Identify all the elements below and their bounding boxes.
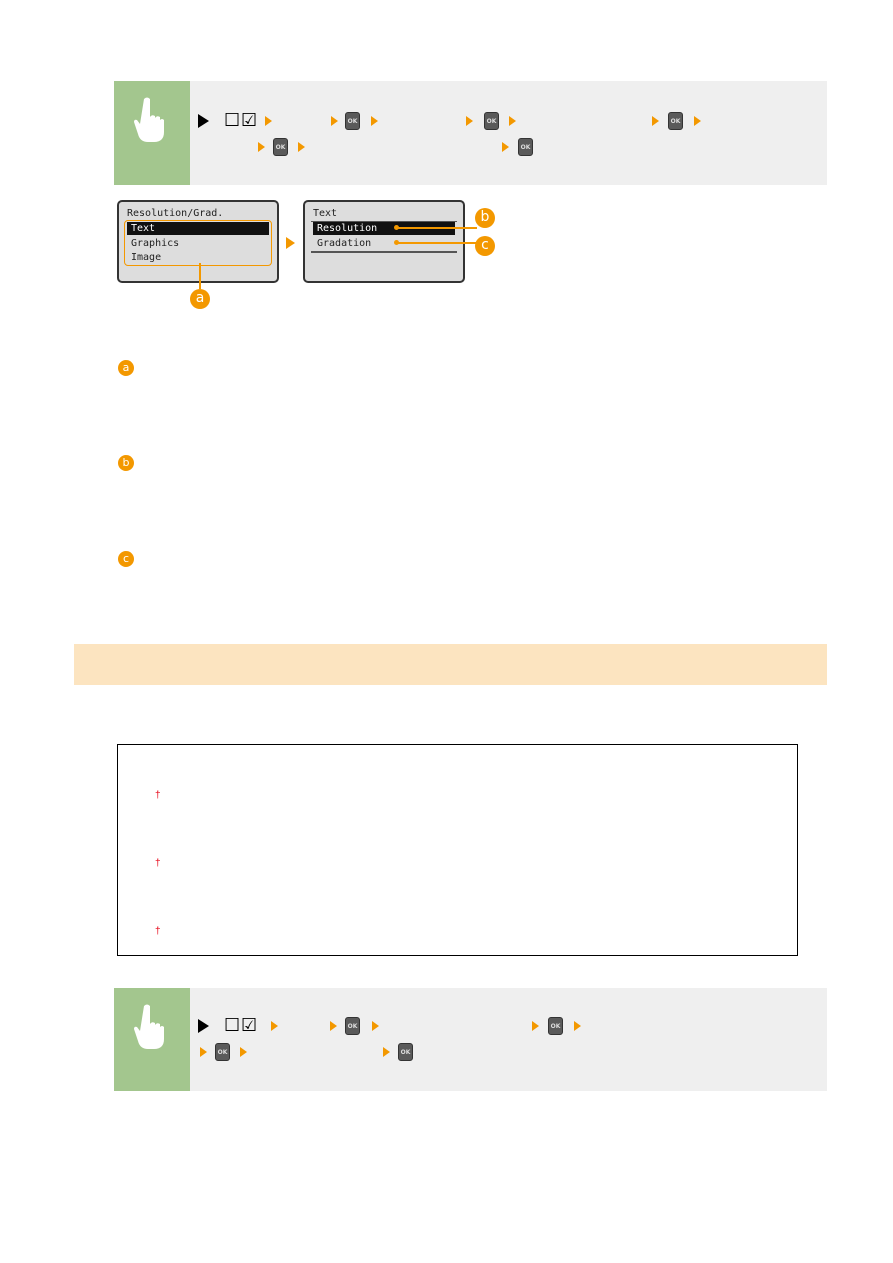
hand-pointer-icon bbox=[134, 97, 164, 142]
callout-badge-a: a bbox=[190, 289, 210, 309]
menu-key-icon: ☐ bbox=[224, 110, 241, 131]
arrow-icon bbox=[331, 116, 338, 126]
callout-line-c bbox=[397, 242, 477, 244]
procedure-sidebar bbox=[114, 988, 190, 1091]
lcd-title: Text bbox=[313, 208, 338, 219]
procedure-sidebar bbox=[114, 81, 190, 185]
procedure-panel-top: ☐ ☑ OK OK OK OK OK bbox=[114, 81, 827, 185]
play-icon bbox=[198, 114, 209, 128]
section-heading-bar bbox=[74, 644, 827, 685]
ok-key-icon: OK bbox=[484, 112, 499, 130]
arrow-icon bbox=[574, 1021, 581, 1031]
arrow-icon bbox=[240, 1047, 247, 1057]
arrow-icon bbox=[271, 1021, 278, 1031]
marker-a: a bbox=[118, 360, 134, 376]
arrow-icon bbox=[330, 1021, 337, 1031]
default-mark: † bbox=[155, 790, 161, 801]
lcd-divider bbox=[311, 251, 457, 253]
arrow-icon bbox=[200, 1047, 207, 1057]
ok-key-icon: OK bbox=[273, 138, 288, 156]
arrow-icon bbox=[652, 116, 659, 126]
hand-pointer-icon bbox=[134, 1004, 164, 1049]
ok-key-icon: OK bbox=[548, 1017, 563, 1035]
play-icon bbox=[198, 1019, 209, 1033]
callout-line-a bbox=[199, 263, 201, 289]
arrow-icon bbox=[532, 1021, 539, 1031]
arrow-icon bbox=[298, 142, 305, 152]
lcd-screen-menu: Resolution/Grad. Text Graphics Image bbox=[117, 200, 279, 283]
arrow-icon bbox=[258, 142, 265, 152]
ok-key-icon: OK bbox=[518, 138, 533, 156]
ok-key-icon: OK bbox=[345, 112, 360, 130]
ok-key-icon: OK bbox=[398, 1043, 413, 1061]
settings-box bbox=[117, 744, 798, 956]
check-key-icon: ☑ bbox=[241, 1015, 258, 1036]
default-mark: † bbox=[155, 858, 161, 869]
marker-c: c bbox=[118, 551, 134, 567]
callout-dot-c bbox=[394, 240, 399, 245]
arrow-icon bbox=[372, 1021, 379, 1031]
arrow-icon bbox=[502, 142, 509, 152]
callout-dot-b bbox=[394, 225, 399, 230]
default-mark: † bbox=[155, 926, 161, 937]
arrow-icon bbox=[265, 116, 272, 126]
arrow-icon bbox=[509, 116, 516, 126]
arrow-icon bbox=[466, 116, 473, 126]
lcd-item-resolution: Resolution bbox=[313, 222, 455, 235]
arrow-icon bbox=[694, 116, 701, 126]
ok-key-icon: OK bbox=[345, 1017, 360, 1035]
arrow-icon bbox=[286, 237, 295, 249]
check-key-icon: ☑ bbox=[241, 110, 258, 131]
callout-frame-a bbox=[124, 220, 272, 266]
callout-badge-b: b bbox=[475, 208, 495, 228]
marker-b: b bbox=[118, 455, 134, 471]
menu-key-icon: ☐ bbox=[224, 1015, 241, 1036]
callout-line-b bbox=[397, 227, 477, 229]
lcd-title: Resolution/Grad. bbox=[127, 208, 224, 219]
ok-key-icon: OK bbox=[215, 1043, 230, 1061]
arrow-icon bbox=[371, 116, 378, 126]
procedure-panel-bottom: ☐ ☑ OK OK OK OK bbox=[114, 988, 827, 1091]
lcd-item-gradation: Gradation bbox=[317, 238, 372, 249]
ok-key-icon: OK bbox=[668, 112, 683, 130]
callout-badge-c: c bbox=[475, 236, 495, 256]
arrow-icon bbox=[383, 1047, 390, 1057]
